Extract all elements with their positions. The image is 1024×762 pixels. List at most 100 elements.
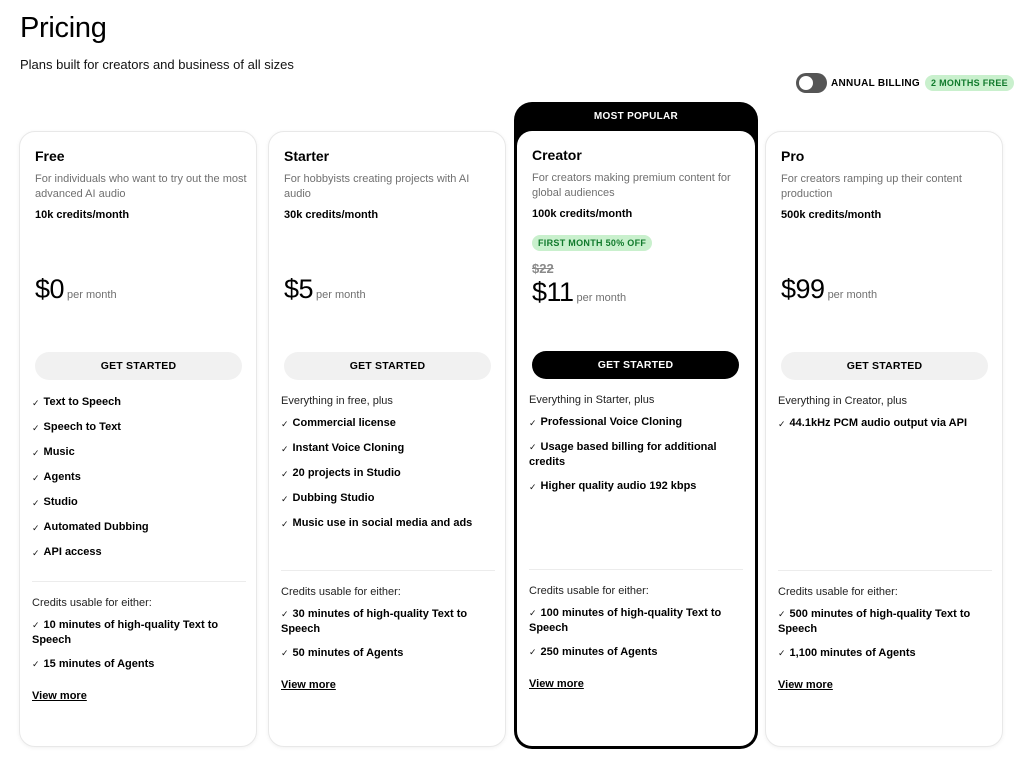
plan-name: Creator (532, 147, 582, 163)
check-icon: ✓ (32, 659, 40, 669)
feature-list: Everything in Creator, plus ✓ 44.1kHz PCM… (778, 395, 992, 441)
plan-name: Pro (781, 148, 805, 164)
page-title: Pricing (20, 12, 107, 44)
credit-item: ✓ 1,100 minutes of Agents (778, 646, 992, 661)
divider (32, 581, 246, 582)
plan-name: Starter (284, 148, 330, 164)
annual-billing-toggle[interactable] (796, 73, 827, 93)
feature-text: Higher quality audio 192 kbps (540, 480, 697, 492)
check-icon: ✓ (32, 398, 40, 408)
feature-list: Everything in free, plus ✓ Commercial lic… (281, 395, 495, 541)
check-icon: ✓ (281, 444, 289, 454)
get-started-button[interactable]: GET STARTED (284, 352, 491, 380)
plan-price: $11 per month (532, 277, 626, 308)
credit-item: ✓ 50 minutes of Agents (281, 646, 495, 661)
plan-card-creator: Creator For creators making premium cont… (517, 131, 755, 746)
price-period: per month (827, 289, 878, 301)
credit-text: 1,100 minutes of Agents (789, 647, 916, 659)
feature-item: ✓ API access (32, 545, 246, 561)
feature-item: ✓ Instant Voice Cloning (281, 441, 495, 457)
check-icon: ✓ (32, 498, 40, 508)
annual-billing-label[interactable]: ANNUAL BILLING (831, 78, 920, 89)
credit-text: 50 minutes of Agents (292, 647, 404, 659)
divider (778, 570, 992, 571)
divider (529, 569, 743, 570)
feature-item: ✓ 44.1kHz PCM audio output via API (778, 416, 992, 432)
feature-item: ✓ Music (32, 445, 246, 461)
feature-text: Commercial license (292, 417, 396, 429)
plan-price: $5 per month (284, 274, 366, 305)
get-started-button[interactable]: GET STARTED (781, 352, 988, 380)
check-icon: ✓ (529, 442, 537, 452)
credits-heading: Credits usable for either: (778, 586, 898, 598)
plan-description: For creators ramping up their content pr… (781, 173, 962, 200)
feature-text: API access (43, 546, 102, 558)
price-period: per month (316, 289, 366, 301)
check-icon: ✓ (778, 419, 786, 429)
view-more-link[interactable]: View more (281, 679, 336, 691)
plan-credits: 500k credits/month (781, 209, 882, 221)
most-popular-label: MOST POPULAR (593, 111, 679, 122)
feature-item: ✓ Professional Voice Cloning (529, 415, 743, 431)
plan-credits: 100k credits/month (532, 208, 633, 220)
feature-item: ✓ Higher quality audio 192 kbps (529, 479, 743, 495)
credit-text: 500 minutes of high-quality Text to Spee… (778, 608, 971, 635)
feature-text: Music (43, 446, 75, 458)
credit-item: ✓ 250 minutes of Agents (529, 645, 743, 660)
credit-item: ✓ 500 minutes of high-quality Text to Spe… (778, 607, 992, 637)
check-icon: ✓ (281, 494, 289, 504)
credits-block: Credits usable for either: ✓ 100 minutes … (529, 585, 743, 692)
plan-credits: 10k credits/month (35, 209, 130, 221)
view-more-link[interactable]: View more (32, 690, 87, 702)
features-intro: Everything in Starter, plus (529, 394, 655, 406)
credits-block: Credits usable for either: ✓ 500 minutes … (778, 586, 992, 693)
get-started-button[interactable]: GET STARTED (35, 352, 242, 380)
check-icon: ✓ (32, 548, 40, 558)
toggle-knob (799, 76, 813, 90)
view-more-link[interactable]: View more (529, 678, 584, 690)
check-icon: ✓ (529, 647, 537, 657)
check-icon: ✓ (281, 419, 289, 429)
get-started-button[interactable]: GET STARTED (532, 351, 739, 379)
price-amount: $5 (284, 274, 314, 304)
feature-item: ✓ Automated Dubbing (32, 520, 246, 536)
check-icon: ✓ (281, 469, 289, 479)
check-icon: ✓ (281, 519, 289, 529)
feature-item: ✓ Commercial license (281, 416, 495, 432)
features-intro: Everything in free, plus (281, 395, 393, 407)
check-icon: ✓ (529, 418, 537, 428)
plan-name: Free (35, 148, 65, 164)
plan-card-starter: Starter For hobbyists creating projects … (268, 131, 506, 747)
credit-text: 250 minutes of Agents (540, 646, 658, 658)
feature-text: Speech to Text (43, 421, 121, 433)
view-more-link[interactable]: View more (778, 679, 833, 691)
check-icon: ✓ (778, 609, 786, 619)
feature-item: ✓ Speech to Text (32, 420, 246, 436)
months-free-badge: 2 MONTHS FREE (925, 75, 1014, 91)
credits-heading: Credits usable for either: (32, 597, 152, 609)
check-icon: ✓ (32, 473, 40, 483)
most-popular-frame: MOST POPULAR Creator For creators making… (514, 102, 758, 749)
check-icon: ✓ (32, 448, 40, 458)
feature-text: Professional Voice Cloning (540, 416, 683, 428)
feature-item: ✓ Music use in social media and ads (281, 516, 495, 532)
feature-item: ✓ Text to Speech (32, 395, 246, 411)
plan-credits: 30k credits/month (284, 209, 379, 221)
feature-text: Text to Speech (43, 396, 121, 408)
feature-text: Automated Dubbing (43, 521, 149, 533)
plan-card-pro: Pro For creators ramping up their conten… (765, 131, 1003, 747)
price-amount: $11 (532, 277, 574, 307)
original-price: $22 (532, 261, 554, 276)
feature-item: ✓ Dubbing Studio (281, 491, 495, 507)
feature-text: Usage based billing for additional credi… (529, 441, 717, 468)
features-intro: Everything in Creator, plus (778, 395, 908, 407)
feature-text: 44.1kHz PCM audio output via API (789, 417, 967, 429)
plan-description: For creators making premium content for … (532, 172, 731, 199)
credits-heading: Credits usable for either: (281, 586, 401, 598)
check-icon: ✓ (529, 482, 537, 492)
check-icon: ✓ (32, 523, 40, 533)
check-icon: ✓ (32, 423, 40, 433)
billing-toggle-group: ANNUAL BILLING 2 MONTHS FREE (796, 73, 1014, 93)
check-icon: ✓ (529, 608, 537, 618)
credit-item: ✓ 30 minutes of high-quality Text to Spee… (281, 607, 495, 637)
